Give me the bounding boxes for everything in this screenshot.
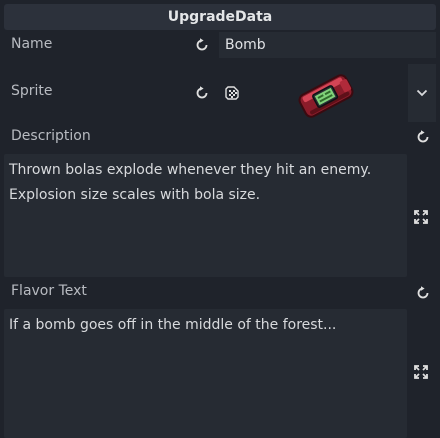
sprite-label: Sprite (11, 83, 53, 99)
resource-header: UpgradeData (4, 4, 436, 30)
name-revert-icon[interactable] (193, 36, 211, 54)
description-label: Description (11, 128, 91, 144)
name-label: Name (11, 36, 53, 52)
description-expand-icon[interactable] (412, 208, 430, 226)
name-field[interactable]: Bomb (219, 32, 436, 58)
inspector-panel: UpgradeData Name Bomb Sprite Description… (0, 0, 440, 438)
sprite-dropdown-button[interactable] (408, 64, 436, 122)
description-textarea[interactable]: Thrown bolas explode whenever they hit a… (4, 154, 407, 277)
flavor-text-label: Flavor Text (11, 283, 87, 299)
description-revert-icon[interactable] (414, 128, 432, 146)
sprite-revert-icon[interactable] (193, 84, 211, 102)
flavor-text-expand-icon[interactable] (412, 363, 430, 381)
texture-checker-icon[interactable] (223, 84, 241, 102)
bomb-sprite-preview[interactable] (294, 66, 358, 124)
flavor-text-textarea[interactable]: If a bomb goes off in the middle of the … (4, 309, 407, 438)
flavor-text-revert-icon[interactable] (414, 284, 432, 302)
